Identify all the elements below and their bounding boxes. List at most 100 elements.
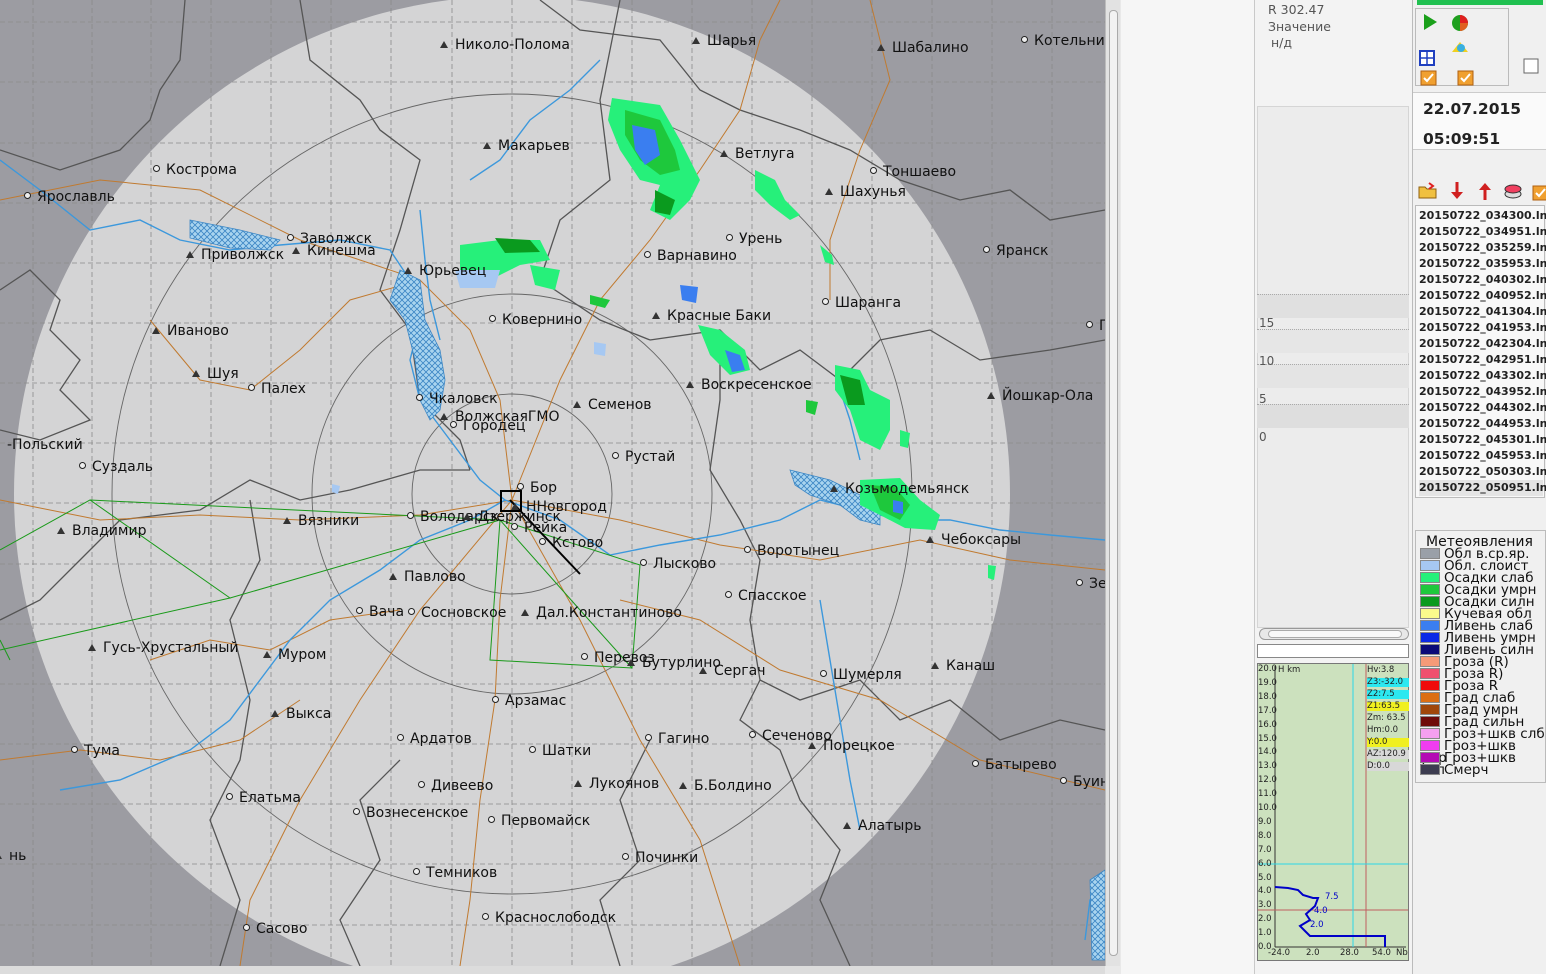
city-label: Чебоксары: [926, 532, 1021, 548]
legend-swatch: [1420, 608, 1440, 619]
legend-swatch: [1420, 716, 1440, 727]
city-label: нь: [0, 848, 26, 864]
scale-label: 0: [1259, 430, 1267, 444]
checkbox-empty[interactable]: [1521, 56, 1543, 78]
city-label: Елатьма: [226, 790, 301, 806]
city-label: Г: [1086, 318, 1105, 334]
stack-icon[interactable]: [1502, 180, 1524, 202]
profile-param: Z1:63.5: [1367, 702, 1409, 711]
city-label: Дал.Константиново: [521, 605, 682, 621]
radar-map[interactable]: Николо-Полома Шарья Шабалино Котельни Костро…: [0, 0, 1105, 966]
city-label: Рейка: [511, 520, 567, 536]
file-list-item[interactable]: 20150722_040302.lnv: [1419, 272, 1546, 288]
legend-swatch: [1420, 668, 1440, 679]
play-button[interactable]: [1419, 11, 1441, 33]
legend-swatch: [1420, 620, 1440, 631]
city-label: Варнавино: [644, 248, 737, 264]
file-list-item[interactable]: 20150722_035953.lnr: [1419, 256, 1546, 272]
city-label: Кинешма: [292, 243, 376, 259]
file-list-item[interactable]: 20150722_050951.lnr: [1419, 480, 1546, 496]
file-list-item[interactable]: 20150722_041304.lnv: [1419, 304, 1546, 320]
file-list-item[interactable]: 20150722_043952.lnr: [1419, 384, 1546, 400]
city-label: Семенов: [573, 397, 652, 413]
city-label: Шумерля: [820, 667, 902, 683]
city-label: Красные Баки: [652, 308, 771, 324]
file-list-item[interactable]: 20150722_041953.lnr: [1419, 320, 1546, 336]
city-label: Лукоянов: [574, 776, 659, 792]
legend-panel: Метеоявления Обл в.ср.яр. Обл. слоист Осад…: [1415, 530, 1546, 783]
city-label: Вознесенское: [353, 805, 468, 821]
city-label: Кострома: [153, 162, 237, 178]
city-label: -Польский: [0, 437, 83, 453]
city-label: Ардатов: [397, 731, 472, 747]
pie-chart-icon[interactable]: [1449, 12, 1471, 34]
file-list-item[interactable]: 20150722_034300.lnv: [1419, 208, 1546, 224]
city-label: Починки: [622, 850, 698, 866]
scale-label: 10: [1259, 354, 1275, 368]
checkbox-checked-icon[interactable]: [1418, 67, 1440, 89]
date-text: 22.07.2015: [1423, 100, 1522, 118]
profile-mark: 7.5: [1325, 892, 1339, 902]
file-list-item[interactable]: 20150722_044302.lnv: [1419, 400, 1546, 416]
blank-panel: [1121, 0, 1254, 974]
profile-ytick: 9.0: [1258, 816, 1272, 827]
vertical-scroll-thumb[interactable]: [1109, 10, 1118, 956]
profile-ytick: 5.0: [1258, 872, 1272, 883]
layers-icon[interactable]: [1449, 36, 1471, 58]
city-label: Приволжск: [186, 247, 284, 263]
scale-label: 15: [1259, 316, 1275, 330]
legend-swatch: [1420, 656, 1440, 667]
city-label: Йошкар-Ола: [987, 388, 1093, 404]
profile-param: AZ:120.9: [1367, 750, 1409, 759]
file-list-item[interactable]: 20150722_044953.lnr: [1419, 416, 1546, 432]
value-label: Значение: [1268, 19, 1331, 34]
time-text: 05:09:51: [1423, 130, 1501, 148]
city-label: Вача: [356, 604, 404, 620]
file-list-item[interactable]: 20150722_040952.lnr: [1419, 288, 1546, 304]
city-label: Зе: [1076, 576, 1105, 592]
value-text: н/д: [1271, 35, 1293, 50]
city-label: Бор: [517, 480, 557, 496]
file-list-item[interactable]: 20150722_042304.lnv: [1419, 336, 1546, 352]
city-label: Урень: [726, 231, 782, 247]
city-label: Дивеево: [418, 778, 493, 794]
city-label: Тума: [71, 743, 120, 759]
city-label: Б.Болдино: [679, 778, 772, 794]
city-label: Арзамас: [492, 693, 566, 709]
grid-icon[interactable]: [1417, 47, 1439, 69]
profile-ytick: 7.0: [1258, 844, 1272, 855]
file-list-item[interactable]: 20150722_045953.lnr: [1419, 448, 1546, 464]
file-list-item[interactable]: 20150722_043302.lnv: [1419, 368, 1546, 384]
open-folder-icon[interactable]: [1417, 180, 1439, 202]
file-list-item[interactable]: 20150722_042951.lnr: [1419, 352, 1546, 368]
file-list-item[interactable]: 20150722_035259.lnv: [1419, 240, 1546, 256]
city-label: Ветлуга: [720, 146, 795, 162]
city-label: Шаранга: [822, 295, 901, 311]
city-label: Выкса: [271, 706, 331, 722]
profile-ytick: 18.0: [1258, 691, 1277, 702]
arrow-down-icon[interactable]: [1446, 180, 1468, 202]
profile-ytick: 3.0: [1258, 900, 1272, 911]
file-list-item[interactable]: 20150722_045301.lnv: [1419, 432, 1546, 448]
file-list-item[interactable]: 20150722_034951.lnr: [1419, 224, 1546, 240]
profile-param: D:0.0: [1367, 762, 1409, 771]
scale-scrollbar[interactable]: [1259, 628, 1409, 640]
profile-xtick: 2.0: [1306, 948, 1320, 958]
profile-ytick: 4.0: [1258, 886, 1272, 897]
value-input[interactable]: [1257, 644, 1409, 658]
profile-ytick: 2.0: [1258, 914, 1272, 925]
arrow-up-icon[interactable]: [1474, 180, 1496, 202]
map-horizontal-scrollbar[interactable]: [0, 966, 1105, 974]
checkbox-checked-icon[interactable]: [1455, 67, 1477, 89]
city-label: Яранск: [983, 243, 1049, 259]
city-label: Ковернино: [489, 312, 582, 328]
info-column: R 302.47 Значение н/д 15 10 5 0 20.0 19.0…: [1254, 0, 1412, 974]
map-vertical-scrollbar[interactable]: [1105, 0, 1120, 966]
city-label: Шатки: [529, 743, 591, 759]
city-label: Котельни: [1021, 33, 1105, 49]
city-label: Батырево: [972, 757, 1057, 773]
profile-ytick: 1.0: [1258, 928, 1272, 939]
file-list-item[interactable]: 20150722_050303.lnv: [1419, 464, 1546, 480]
profile-xtick: 28.0: [1340, 948, 1359, 958]
checkbox-checked-icon[interactable]: [1530, 182, 1546, 204]
